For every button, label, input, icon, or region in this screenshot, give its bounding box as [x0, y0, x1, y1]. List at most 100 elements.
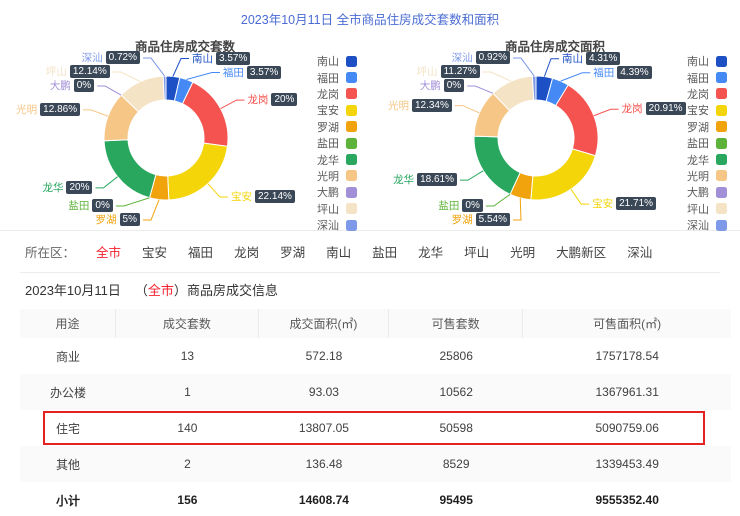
legend-label: 南山: [317, 56, 339, 69]
pie-label-name: 南山: [562, 52, 583, 65]
table-cell: 9555352.40: [595, 493, 659, 507]
pie-label-line-shenshan: [513, 57, 535, 77]
pie-label-value: 3.57%: [246, 65, 282, 79]
legend-label: 龙岗: [317, 88, 339, 101]
table-header-cell: 可售面积(㎡): [593, 317, 662, 331]
legend-item-pingshan[interactable]: 坪山: [687, 201, 727, 217]
pie-label-line-futian: [186, 72, 220, 80]
legend-swatch: [346, 121, 357, 133]
pie-label-name: 深汕: [81, 52, 103, 65]
filter-item-yantian[interactable]: 盐田: [372, 246, 397, 260]
pie-segment-longgang[interactable]: [555, 84, 599, 157]
legend-label: 龙华: [687, 154, 709, 167]
legend-item-shenshan[interactable]: 深汕: [687, 217, 727, 233]
pie-label-futian: 福田 3.57%: [222, 65, 282, 80]
pie-label-longgang: 龙岗 20.91%: [622, 101, 686, 116]
pie-label-name: 福田: [222, 66, 244, 79]
table-header-cell: 用途: [20, 309, 116, 338]
legend-item-pingshan[interactable]: 坪山: [317, 201, 357, 217]
filter-item-baoan[interactable]: 宝安: [142, 246, 167, 260]
pie-label-line-guangming: [83, 109, 109, 117]
pie-label-value: 0.72%: [105, 51, 140, 65]
transactions-table: 用途 成交套数 成交面积(㎡) 可售套数 可售面积(㎡) 商业 13 572.18 25806 1…: [20, 309, 731, 516]
filter-item-futian[interactable]: 福田: [188, 246, 213, 260]
filter-item-nanshan[interactable]: 南山: [326, 246, 351, 260]
legend-item-longgang[interactable]: 龙岗: [317, 86, 357, 102]
legend-item-luohu[interactable]: 罗湖: [687, 119, 727, 135]
legend-label: 盐田: [687, 138, 709, 151]
legend-item-baoan[interactable]: 宝安: [687, 102, 727, 118]
table-header-cell: 成交面积(㎡): [259, 309, 389, 338]
pie-label-name: 罗湖: [95, 214, 117, 226]
legend-item-guangming[interactable]: 光明: [317, 168, 357, 184]
filter-item-luohu[interactable]: 罗湖: [280, 246, 305, 260]
filter-item-pingshan[interactable]: 坪山: [464, 246, 489, 260]
table-row-5: 小计 156 14608.74 95495 9555352.40: [20, 482, 731, 516]
legend-area: 南山 福田龙岗 宝安 罗湖盐田龙华 光明 大鹏坪山 深汕: [687, 53, 727, 233]
legend-item-nanshan[interactable]: 南山: [687, 53, 727, 69]
legend-item-dapeng[interactable]: 大鹏: [317, 184, 357, 200]
legend-item-dapeng[interactable]: 大鹏: [687, 184, 727, 200]
legend-swatch: [716, 170, 727, 182]
legend-item-guangming[interactable]: 光明: [687, 168, 727, 184]
pie-label-line-nanshan: [543, 58, 559, 77]
legend-label: 龙华: [317, 154, 339, 167]
legend-item-nanshan[interactable]: 南山: [317, 53, 357, 69]
pie-label-line-guangming: [454, 105, 480, 114]
pie-label-pingshan: 坪山 12.14%: [46, 64, 110, 79]
legend-item-futian[interactable]: 福田: [687, 69, 727, 85]
pie-label-luohu: 罗湖 5.54%: [452, 212, 510, 227]
table-cell: 1: [184, 385, 191, 399]
filter-item-dapengxinqu[interactable]: 大鹏新区: [556, 246, 606, 260]
pie-label-line-longhua: [460, 170, 484, 181]
pie-label-name: 深汕: [451, 52, 473, 65]
legend-label: 大鹏: [317, 187, 339, 200]
legend-item-yantian[interactable]: 盐田: [687, 135, 727, 151]
legend-item-longgang[interactable]: 龙岗: [687, 86, 727, 102]
filter-item-shenshan[interactable]: 深汕: [627, 246, 652, 260]
table-cell: 5090759.06: [595, 421, 659, 435]
legend-swatch: [346, 72, 357, 84]
pie-segment-longhua[interactable]: [103, 139, 157, 199]
legend-label: 龙岗: [687, 88, 709, 101]
table-row-4: 其他 2 136.48 8529 1339453.49: [20, 446, 731, 482]
pie-segment-longgang[interactable]: [181, 81, 229, 147]
legend-item-futian[interactable]: 福田: [317, 69, 357, 85]
legend-item-yantian[interactable]: 盐田: [317, 135, 357, 151]
pie-label-line-luohu: [513, 197, 522, 221]
legend-label: 坪山: [687, 203, 709, 216]
legend-item-longhua[interactable]: 龙华: [317, 151, 357, 167]
filter-item-guangming[interactable]: 光明: [510, 246, 535, 260]
pie-label-line-longgang: [593, 108, 619, 117]
pie-label-value: 0.92%: [475, 51, 510, 65]
pie-label-value: 4.31%: [586, 51, 621, 65]
filter-item-longgang[interactable]: 龙岗: [234, 246, 259, 260]
table-cell: 1339453.49: [595, 457, 659, 471]
pie-segment-baoan[interactable]: [530, 148, 597, 201]
legend-item-luohu[interactable]: 罗湖: [317, 119, 357, 135]
pie-label-name: 坪山: [45, 66, 67, 79]
pie-label-value: 20.91%: [645, 102, 686, 116]
pie-label-name: 宝安: [592, 198, 614, 211]
pie-label-dapeng: 大鹏 0%: [50, 78, 95, 93]
legend-swatch: [716, 104, 727, 116]
pie-label-nanshan: 南山 4.31%: [562, 51, 621, 66]
legend-label: 深汕: [317, 220, 339, 233]
pie-label-value: 0%: [92, 199, 113, 212]
pie-label-name: 龙岗: [621, 103, 643, 116]
pie-segment-baoan[interactable]: [167, 142, 229, 201]
pie-segment-longhua[interactable]: [473, 135, 521, 195]
donut-chart-count: [83, 57, 245, 221]
pie-label-name: 龙华: [42, 181, 64, 194]
legend-label: 坪山: [317, 203, 339, 216]
filter-item-quanshi[interactable]: 全市: [96, 246, 121, 260]
legend-item-longhua[interactable]: 龙华: [687, 151, 727, 167]
legend-item-shenshan[interactable]: 深汕: [317, 217, 357, 233]
section-rest: 商品房成交信息: [186, 282, 278, 298]
legend-swatch: [716, 203, 727, 215]
page: 2023年10月11日 全市商品住房成交套数和面积 商品住房成交套数 南山 福田龙…: [0, 0, 740, 516]
filter-item-longhua[interactable]: 龙华: [418, 246, 443, 260]
pie-label-line-longhua: [95, 176, 118, 189]
table-cell: 商业: [55, 349, 80, 364]
legend-item-baoan[interactable]: 宝安: [317, 102, 357, 118]
